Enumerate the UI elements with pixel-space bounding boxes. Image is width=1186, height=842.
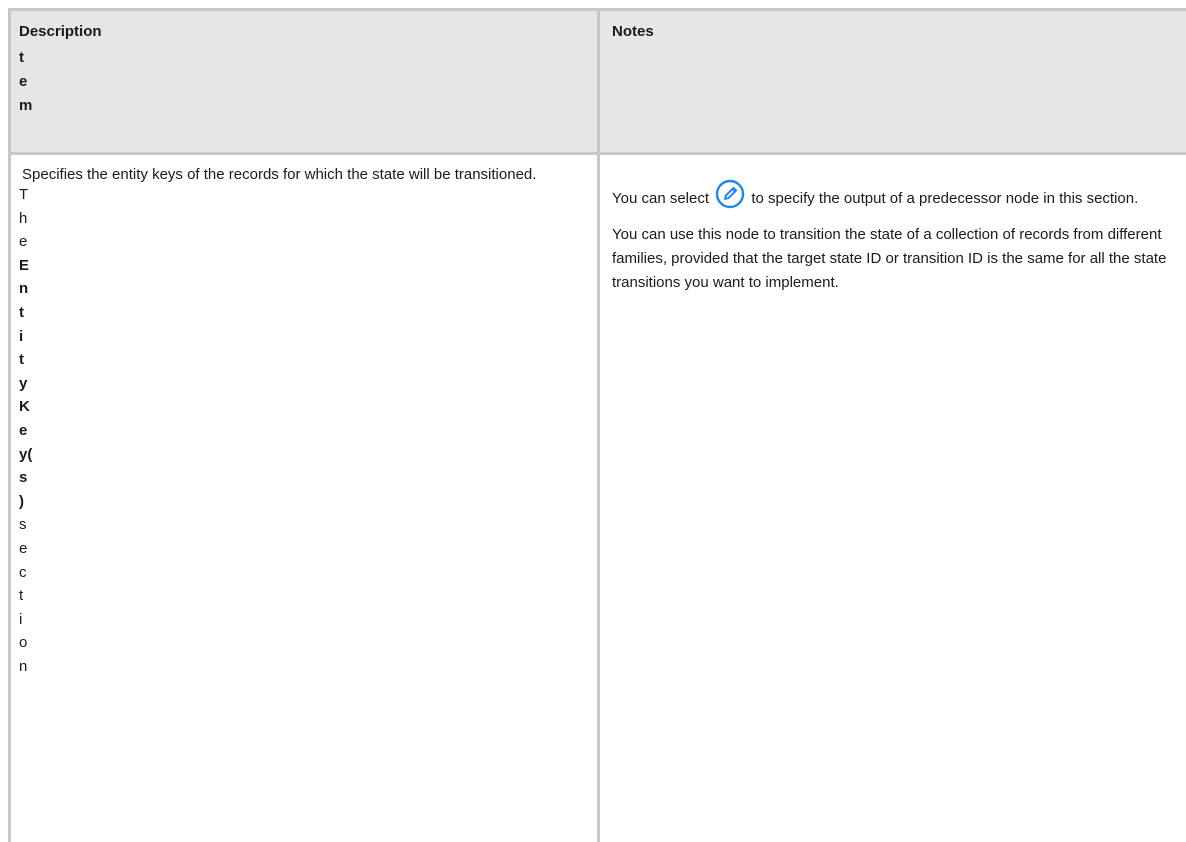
- header-item-letter: e: [19, 73, 28, 90]
- row-item-letter: y(: [19, 445, 33, 463]
- row-item-letters: Th e En t i t y Ke y(s) s e c t i o n: [19, 183, 33, 678]
- row-item-letter: e: [19, 233, 28, 251]
- row-item-letter: s: [19, 469, 28, 487]
- header-description: Description: [19, 23, 102, 40]
- header-item-letter: m: [19, 97, 33, 114]
- row-item-letter: e: [19, 539, 28, 557]
- row-item-letter: i: [19, 327, 24, 345]
- row-item-letter: y: [19, 374, 28, 392]
- column-divider: [597, 11, 600, 842]
- header-notes: Notes: [612, 23, 654, 40]
- notes-select-after: to specify the output of a predecessor n…: [751, 190, 1139, 207]
- entity-keys-table: Description Notes t e m Specifies the en…: [8, 8, 1186, 842]
- header-item-letter: t: [19, 49, 24, 66]
- row-item-letter: e: [19, 421, 28, 439]
- row-item-letter: o: [19, 634, 28, 652]
- notes-select-before: You can select: [612, 190, 710, 207]
- notes-paragraph-collection: You can use this node to transition the …: [612, 226, 1167, 291]
- row-item-letter: i: [19, 610, 23, 628]
- row-item-letter: c: [19, 563, 27, 581]
- row-item-letter: n: [19, 280, 29, 298]
- row-item-letter: t: [19, 303, 24, 321]
- row-notes: You can select to specify the output of …: [612, 179, 1182, 307]
- row-description: Specifies the entity keys of the records…: [22, 166, 537, 183]
- row-item-letter: s: [19, 516, 27, 534]
- row-item-letter: ): [19, 492, 24, 510]
- row-item-letter: t: [19, 587, 24, 605]
- row-item-letter: h: [19, 209, 28, 227]
- row-item-letter: t: [19, 351, 24, 369]
- row-item-letter: K: [19, 398, 30, 416]
- header-item-letters: t e m: [19, 46, 33, 118]
- row-item-letter: E: [19, 256, 30, 274]
- edit-pencil-icon: [716, 179, 745, 209]
- row-item-letter: T: [19, 186, 29, 203]
- notes-paragraph-select: You can select to specify the output of …: [612, 179, 1182, 211]
- row-item-letter: n: [19, 657, 28, 675]
